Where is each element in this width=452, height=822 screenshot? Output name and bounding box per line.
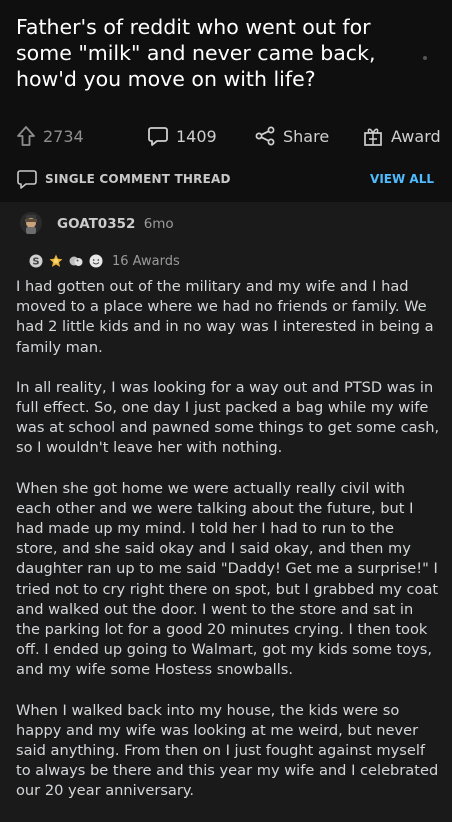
upvote-button[interactable]: 2734 (16, 122, 84, 150)
awards-count: 16 Awards (112, 253, 180, 269)
avatar[interactable] (19, 211, 43, 235)
upvote-arrow-icon (17, 126, 35, 146)
thread-label: SINGLE COMMENT THREAD (45, 172, 231, 186)
share-button[interactable]: Share (254, 122, 329, 150)
comment-paragraph: I had gotten out of the military and my … (16, 278, 434, 356)
share-label: Share (283, 126, 330, 146)
comment-age: 6mo (143, 216, 174, 232)
post-actions: 2734 1409 Share Award (0, 122, 452, 150)
hug-award-icon (69, 256, 83, 266)
comment-body: I had gotten out of the military and my … (16, 277, 440, 822)
upvote-count: 2734 (43, 126, 84, 146)
comment-bubble-icon (148, 127, 168, 146)
comment-count: 1409 (176, 126, 217, 146)
chat-bubble-icon (17, 170, 37, 189)
comment-paragraph: In all reality, I was looking for a way … (16, 378, 440, 457)
comment-paragraph: When she got home we were actually reall… (16, 479, 439, 679)
post-title[interactable]: Father's of reddit who went out for some… (16, 14, 426, 92)
gift-award-icon (364, 128, 382, 146)
single-comment-thread-bar: SINGLE COMMENT THREAD VIEW ALL (0, 165, 452, 193)
more-dot-icon (423, 56, 427, 60)
award-label: Award (391, 126, 441, 146)
comments-button[interactable]: 1409 (147, 122, 217, 150)
silver-award-icon: S (29, 254, 43, 268)
comment-paragraph: When I walked back into my house, the ki… (16, 701, 439, 800)
author-line: GOAT0352 6mo (57, 216, 174, 232)
awards-row[interactable]: S 16 Awards (29, 252, 180, 270)
wholesome-award-icon (89, 254, 103, 268)
svg-text:S: S (32, 257, 39, 268)
author-name[interactable]: GOAT0352 (57, 216, 135, 232)
gold-award-icon (49, 254, 63, 267)
view-all-link[interactable]: VIEW ALL (370, 172, 434, 186)
share-icon (255, 126, 275, 146)
award-button[interactable]: Award (362, 122, 441, 150)
post-header: Father's of reddit who went out for some… (0, 0, 452, 202)
